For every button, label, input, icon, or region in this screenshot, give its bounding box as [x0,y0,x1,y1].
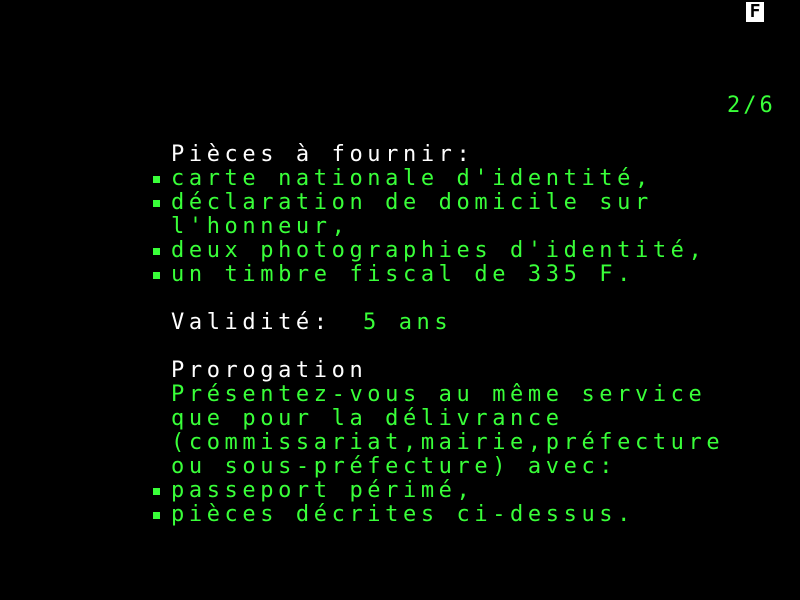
bullet-icon [153,200,160,207]
bullet-icon [153,488,160,495]
pieces-item-continuation: l'honneur, [171,214,350,239]
bullet-icon [153,512,160,519]
validite-value: 5 ans [363,310,453,335]
bullet-icon [153,176,160,183]
page-counter: 2/6 [727,93,776,118]
pieces-item: déclaration de domicile sur [171,190,653,215]
prorogation-line: ou sous-préfecture) avec: [171,454,618,479]
prorogation-line: que pour la délivrance [171,406,564,431]
left-border [0,0,16,600]
pieces-item: deux photographies d'identité, [171,238,707,263]
bullet-icon [153,272,160,279]
validite-label: Validité: [171,310,332,335]
prorogation-line: Présentez-vous au même service [171,382,707,407]
prorogation-item: passeport périmé, [171,478,475,503]
pieces-heading: Pièces à fournir: [171,142,475,167]
right-border [784,0,800,600]
prorogation-heading: Prorogation [171,358,368,383]
prorogation-line: (commissariat,mairie,préfecture [171,430,725,455]
pieces-item: un timbre fiscal de 335 F. [171,262,635,287]
videotex-screen: F 2/6 Pièces à fournir: carte nationale … [0,0,800,600]
pieces-item: carte nationale d'identité, [171,166,653,191]
bullet-icon [153,248,160,255]
connection-indicator: F [746,2,764,22]
prorogation-item: pièces décrites ci-dessus. [171,502,635,527]
